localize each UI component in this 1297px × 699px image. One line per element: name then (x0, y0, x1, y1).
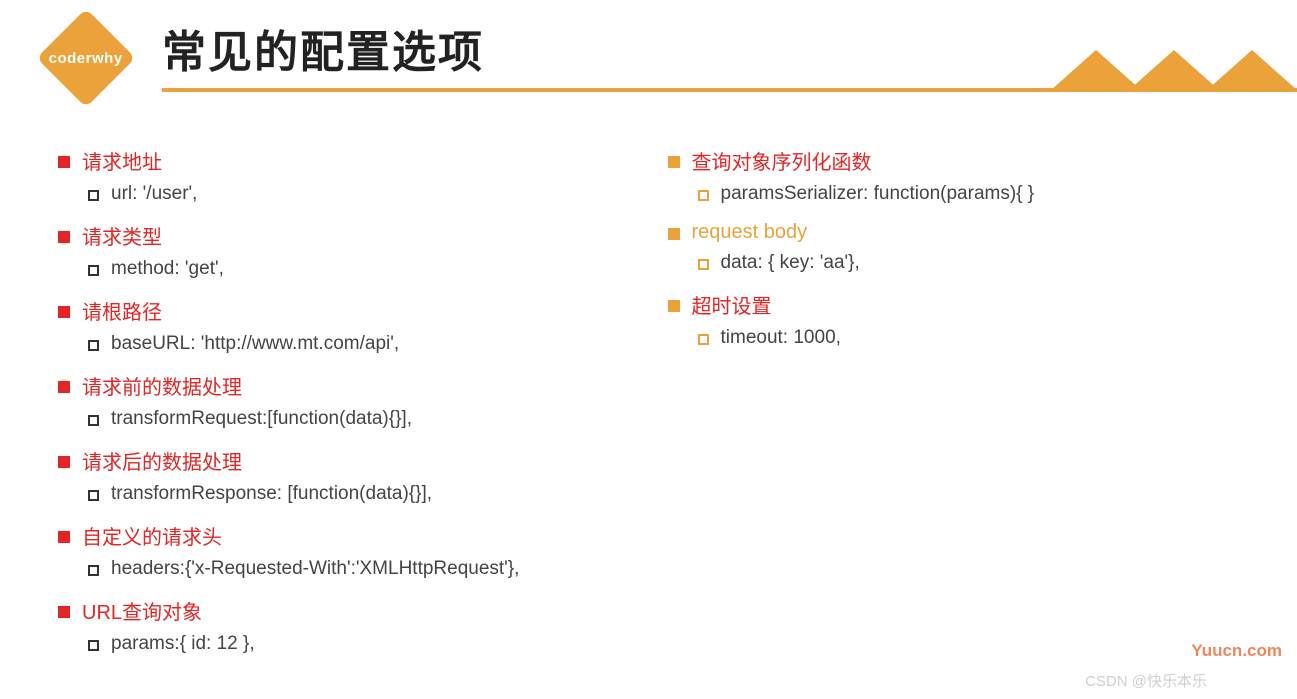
item-sub: data: { key: 'aa'}, (721, 252, 860, 274)
item-sub: transformRequest:[function(data){}], (111, 408, 412, 430)
item-heading: 请求类型 (82, 221, 162, 250)
list-item: request body (668, 221, 1258, 244)
item-heading: 自定义的请求头 (82, 521, 222, 550)
bullet-square-hollow-icon (698, 190, 709, 201)
list-item: 请根路径 (58, 296, 648, 325)
list-subitem: method: 'get', (88, 258, 648, 280)
item-heading: 请根路径 (82, 296, 162, 325)
list-item: 请求类型 (58, 221, 648, 250)
item-sub: params:{ id: 12 }, (111, 633, 255, 655)
list-subitem: transformRequest:[function(data){}], (88, 408, 648, 430)
item-heading: 超时设置 (692, 290, 772, 319)
item-heading: 查询对象序列化函数 (692, 146, 872, 175)
list-item: 查询对象序列化函数 (668, 146, 1258, 175)
logo-text: coderwhy (49, 50, 123, 67)
item-heading: URL查询对象 (82, 596, 202, 625)
watermark-site: Yuucn.com (1191, 641, 1282, 661)
item-sub: transformResponse: [function(data){}], (111, 483, 432, 505)
content-columns: 请求地址 url: '/user', 请求类型 method: 'get', 请… (58, 130, 1257, 663)
list-item: 请求前的数据处理 (58, 371, 648, 400)
bullet-square-filled-icon (58, 231, 70, 243)
page-title: 常见的配置选项 (162, 16, 484, 80)
bullet-square-filled-icon (58, 531, 70, 543)
list-subitem: timeout: 1000, (698, 327, 1258, 349)
bullet-square-filled-icon (668, 300, 680, 312)
bullet-square-filled-icon (58, 156, 70, 168)
triangle-icon (1051, 50, 1141, 90)
bullet-square-hollow-icon (88, 565, 99, 576)
bullet-square-filled-icon (58, 306, 70, 318)
logo-diamond-icon: coderwhy (37, 9, 136, 108)
list-subitem: transformResponse: [function(data){}], (88, 483, 648, 505)
item-sub: timeout: 1000, (721, 327, 841, 349)
bullet-square-hollow-icon (698, 334, 709, 345)
bullet-square-filled-icon (58, 381, 70, 393)
item-sub: method: 'get', (111, 258, 224, 280)
bullet-square-filled-icon (58, 456, 70, 468)
triangle-icon (1207, 50, 1297, 90)
list-subitem: baseURL: 'http://www.mt.com/api', (88, 333, 648, 355)
bullet-square-filled-icon (58, 606, 70, 618)
item-heading: 请求地址 (82, 146, 162, 175)
list-subitem: params:{ id: 12 }, (88, 633, 648, 655)
list-item: 请求后的数据处理 (58, 446, 648, 475)
list-item: 超时设置 (668, 290, 1258, 319)
bullet-square-hollow-icon (88, 640, 99, 651)
item-sub: paramsSerializer: function(params){ } (721, 183, 1035, 205)
bullet-square-hollow-icon (88, 265, 99, 276)
bullet-square-hollow-icon (88, 190, 99, 201)
watermark-csdn: CSDN @快乐本乐 (1085, 670, 1207, 691)
list-subitem: headers:{'x-Requested-With':'XMLHttpRequ… (88, 558, 648, 580)
list-item: 请求地址 (58, 146, 648, 175)
bullet-square-hollow-icon (88, 340, 99, 351)
item-sub: headers:{'x-Requested-With':'XMLHttpRequ… (111, 558, 519, 580)
decorative-triangles (1063, 50, 1297, 90)
list-subitem: paramsSerializer: function(params){ } (698, 183, 1258, 205)
item-heading: 请求后的数据处理 (82, 446, 242, 475)
list-item: URL查询对象 (58, 596, 648, 625)
item-heading: 请求前的数据处理 (82, 371, 242, 400)
item-sub: baseURL: 'http://www.mt.com/api', (111, 333, 399, 355)
bullet-square-filled-icon (668, 156, 680, 168)
bullet-square-hollow-icon (88, 490, 99, 501)
list-subitem: url: '/user', (88, 183, 648, 205)
left-column: 请求地址 url: '/user', 请求类型 method: 'get', 请… (58, 130, 648, 663)
item-heading: request body (692, 221, 808, 244)
bullet-square-filled-icon (668, 228, 680, 240)
list-subitem: data: { key: 'aa'}, (698, 252, 1258, 274)
slide: coderwhy 常见的配置选项 请求地址 url: '/user', 请求类型 (0, 0, 1297, 699)
item-sub: url: '/user', (111, 183, 197, 205)
bullet-square-hollow-icon (88, 415, 99, 426)
triangle-icon (1129, 50, 1219, 90)
bullet-square-hollow-icon (698, 259, 709, 270)
list-item: 自定义的请求头 (58, 521, 648, 550)
right-column: 查询对象序列化函数 paramsSerializer: function(par… (648, 130, 1258, 663)
logo-badge: coderwhy (38, 10, 134, 106)
